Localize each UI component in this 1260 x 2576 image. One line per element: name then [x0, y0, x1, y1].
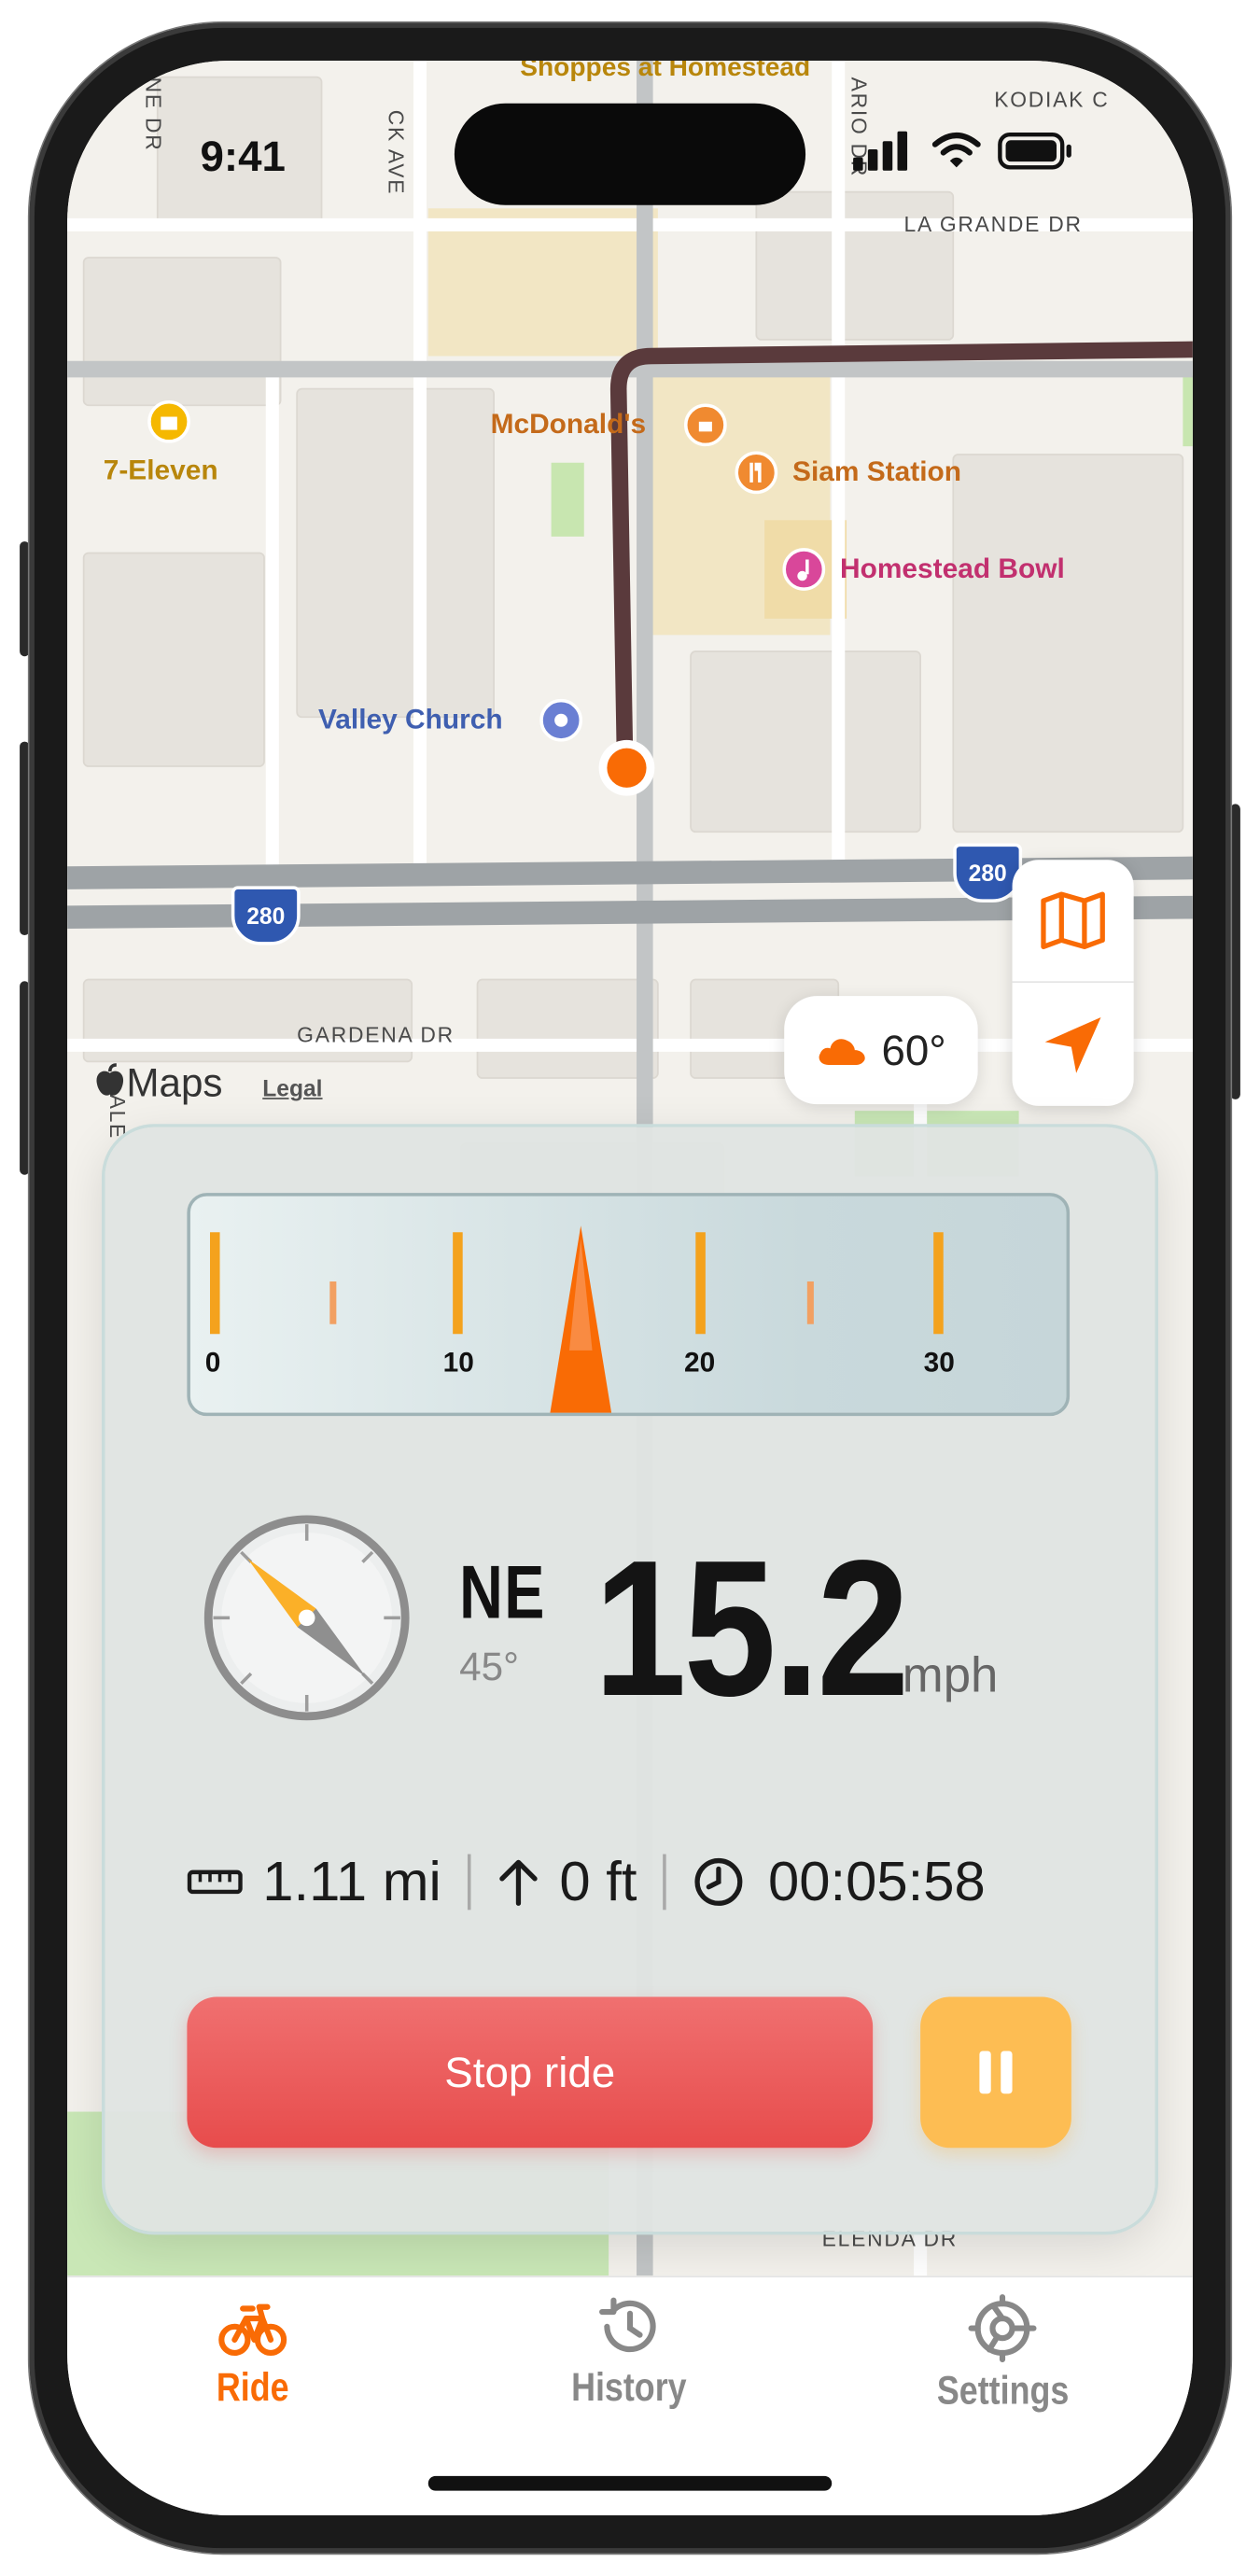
highway-number: 280	[968, 860, 1007, 887]
volume-down-button	[20, 981, 30, 1175]
elevation-value: 0 ft	[559, 1850, 637, 1912]
map-mode-button[interactable]	[1012, 860, 1134, 984]
stop-ride-button[interactable]: Stop ride	[187, 1996, 874, 2149]
legal-link[interactable]: Legal	[262, 1074, 322, 1100]
power-button	[1230, 804, 1240, 1099]
gear-icon	[968, 2294, 1037, 2363]
speed-gauge: 0 10 20 30	[187, 1193, 1071, 1417]
status-icons	[853, 131, 1073, 171]
gauge-tick-major	[695, 1232, 706, 1335]
cellular-signal-icon	[853, 131, 908, 171]
gauge-label-30: 30	[923, 1347, 955, 1379]
compass-dial	[203, 1515, 410, 1721]
weather-temperature: 60°	[881, 1024, 946, 1074]
maps-attribution: Maps	[126, 1061, 223, 1106]
battery-icon	[998, 132, 1071, 170]
poi-mcdonalds[interactable]: McDonald's	[491, 409, 647, 441]
highway-number: 280	[246, 902, 286, 930]
map-controls	[1012, 860, 1134, 1106]
status-time: 9:41	[200, 131, 286, 181]
map-icon	[1041, 891, 1105, 950]
history-icon	[599, 2297, 656, 2353]
fork-knife-icon[interactable]	[735, 451, 778, 495]
weather-badge: 60°	[784, 996, 978, 1105]
bicycle-icon	[218, 2303, 287, 2357]
poi-siam-station[interactable]: Siam Station	[792, 456, 961, 489]
distance-value: 1.11 mi	[262, 1850, 441, 1912]
tab-ride-label: Ride	[216, 2366, 289, 2411]
gauge-label-20: 20	[684, 1347, 716, 1379]
street-label: CK AVE	[384, 109, 409, 196]
stats-divider	[467, 1854, 471, 1911]
gauge-tick-major	[209, 1232, 220, 1335]
gauge-tick-minor	[329, 1281, 337, 1324]
poi-valley-church[interactable]: Valley Church	[318, 704, 503, 736]
tab-settings-label: Settings	[936, 2369, 1069, 2415]
tab-settings[interactable]: Settings	[871, 2294, 1133, 2415]
stats-divider	[663, 1854, 667, 1911]
recenter-location-button[interactable]	[1013, 985, 1134, 1106]
tab-history[interactable]: History	[497, 2294, 760, 2413]
poi-7-eleven[interactable]: 7-Eleven	[104, 455, 218, 487]
church-icon[interactable]	[539, 698, 583, 742]
clock-icon	[694, 1857, 743, 1906]
wifi-icon	[931, 132, 981, 168]
gauge-label-0: 0	[204, 1347, 221, 1379]
duration-value: 00:05:58	[768, 1850, 986, 1912]
heading-direction: NE	[459, 1548, 546, 1634]
ruler-icon	[187, 1869, 243, 1895]
screen: LA GRANDE DR KODIAK C GARDENA DR ELENDA …	[67, 61, 1193, 2516]
stop-ride-label: Stop ride	[444, 2047, 616, 2096]
location-arrow-icon	[1044, 1016, 1101, 1073]
heading-degrees: 45°	[459, 1645, 519, 1690]
action-button	[20, 541, 30, 657]
restaurant-icon[interactable]	[684, 403, 727, 447]
pause-icon	[979, 2051, 1013, 2094]
pause-button[interactable]	[920, 1996, 1071, 2149]
street-label: KODIAK C	[994, 87, 1110, 112]
store-icon[interactable]	[147, 399, 190, 443]
poi-shoppes[interactable]: Shoppes at Homestead	[520, 61, 810, 84]
tab-ride[interactable]: Ride	[121, 2294, 384, 2413]
current-speed: 15.2	[594, 1520, 909, 1738]
dynamic-island	[454, 103, 806, 205]
gauge-needle	[551, 1225, 612, 1413]
tab-history-label: History	[570, 2366, 687, 2411]
highway-shield-left: 280	[231, 886, 301, 945]
speed-unit: mph	[902, 1648, 999, 1703]
apple-logo-icon	[96, 1063, 124, 1096]
street-label: NE DR	[141, 77, 166, 152]
arrow-up-icon	[499, 1859, 538, 1906]
gauge-tick-major	[933, 1232, 944, 1335]
gauge-tick-major	[453, 1232, 463, 1335]
gauge-tick-minor	[806, 1281, 814, 1324]
poi-homestead-bowl[interactable]: Homestead Bowl	[840, 553, 1065, 585]
gauge-label-10: 10	[442, 1347, 474, 1379]
volume-up-button	[20, 741, 30, 936]
street-label: GARDENA DR	[297, 1022, 455, 1047]
street-label: LA GRANDE DR	[903, 211, 1083, 237]
maps-logo: Maps	[93, 1061, 223, 1107]
ride-stats: 1.11 mi 0 ft 00:05:58	[187, 1849, 986, 1914]
home-indicator[interactable]	[427, 2475, 833, 2491]
cloud-icon	[819, 1039, 866, 1065]
music-note-icon[interactable]	[782, 548, 826, 591]
ride-panel: 0 10 20 30 NE 45° 15.2 mph 1.11 mi 0 ft …	[105, 1127, 1155, 2232]
